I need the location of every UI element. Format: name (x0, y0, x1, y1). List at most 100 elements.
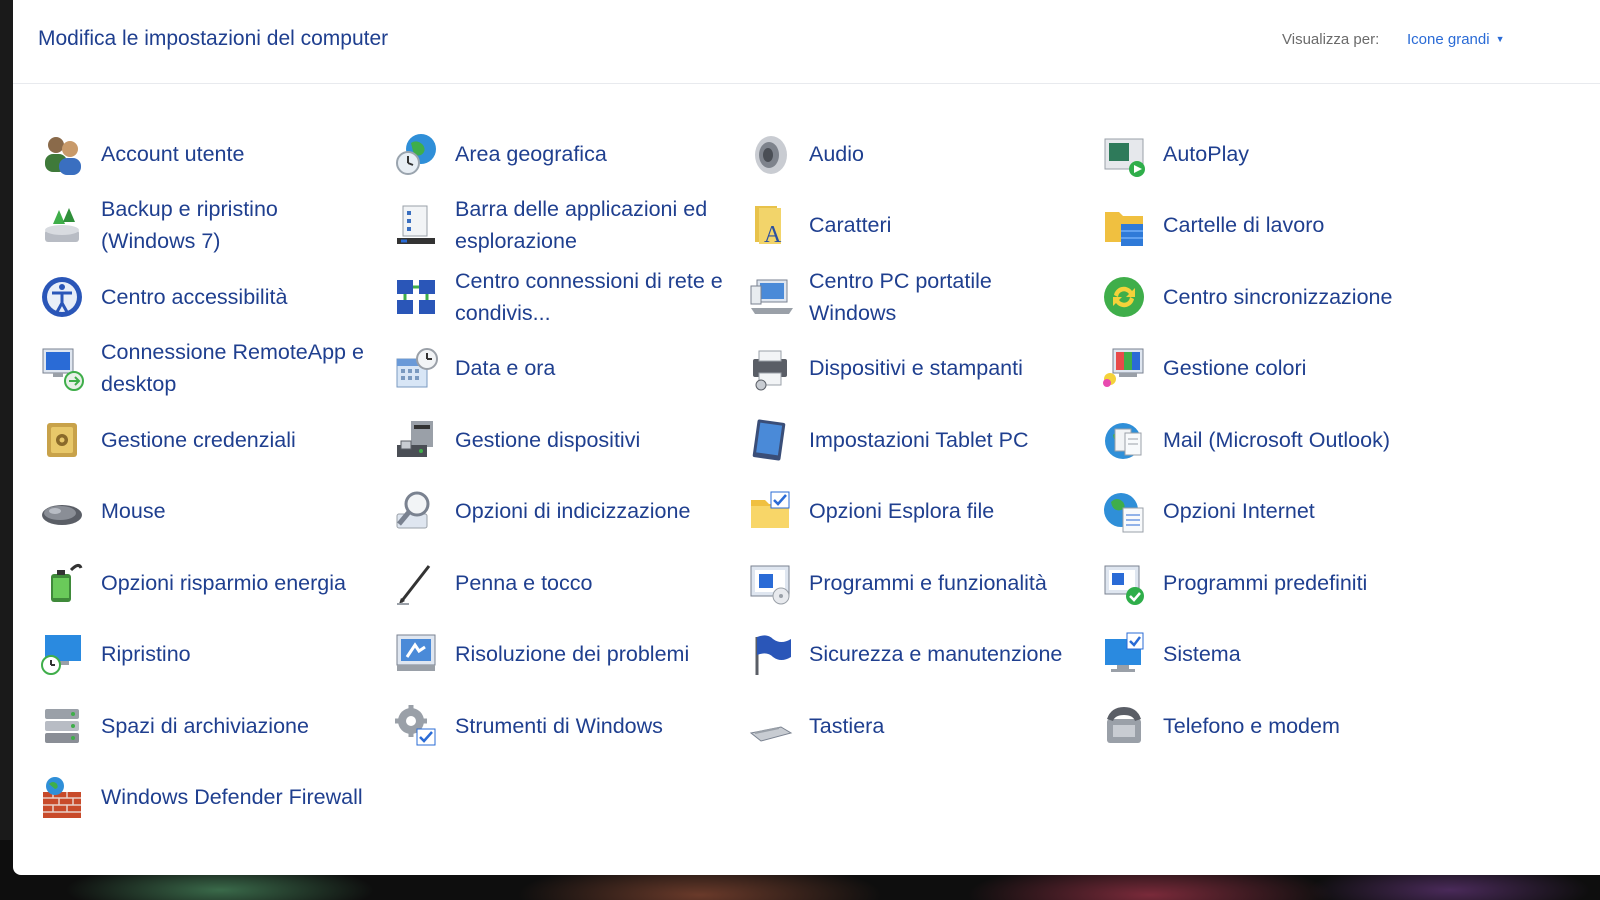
control-panel-item[interactable]: Sistema (1100, 619, 1454, 691)
accessibility-icon[interactable] (38, 273, 86, 321)
recovery-icon[interactable] (38, 630, 86, 678)
control-panel-item[interactable]: Telefono e modem (1100, 690, 1454, 762)
view-by-value[interactable]: Icone grandi (1407, 31, 1490, 48)
mail-icon[interactable] (1100, 416, 1148, 464)
control-panel-item[interactable]: Mail (Microsoft Outlook) (1100, 404, 1454, 476)
control-panel-item-label[interactable]: Cartelle di lavoro (1163, 209, 1324, 241)
firewall-icon[interactable] (38, 773, 86, 821)
mobility-center-icon[interactable] (746, 273, 794, 321)
backup-icon[interactable] (38, 201, 86, 249)
device-manager-icon[interactable] (392, 416, 440, 464)
control-panel-item-label[interactable]: Sicurezza e manutenzione (809, 638, 1062, 670)
control-panel-item[interactable]: Penna e tocco (392, 547, 746, 619)
control-panel-item-label[interactable]: Gestione dispositivi (455, 424, 640, 456)
windows-tools-icon[interactable] (392, 702, 440, 750)
control-panel-item-label[interactable]: Gestione colori (1163, 352, 1306, 384)
control-panel-item[interactable]: Connessione RemoteApp e desktop (38, 333, 392, 405)
remoteapp-icon[interactable] (38, 344, 86, 392)
control-panel-item-label[interactable]: Centro connessioni di rete e condivis... (455, 265, 730, 329)
folder-options-icon[interactable] (746, 487, 794, 535)
control-panel-item[interactable]: Backup e ripristino (Windows 7) (38, 190, 392, 262)
control-panel-item[interactable]: Spazi di archiviazione (38, 690, 392, 762)
control-panel-item[interactable]: Centro PC portatile Windows (746, 261, 1100, 333)
control-panel-item-label[interactable]: Opzioni Internet (1163, 495, 1315, 527)
control-panel-item-label[interactable]: Audio (809, 138, 864, 170)
control-panel-item-label[interactable]: Windows Defender Firewall (101, 781, 363, 813)
pen-icon[interactable] (392, 559, 440, 607)
control-panel-item[interactable]: Account utente (38, 118, 392, 190)
control-panel-item[interactable]: Windows Defender Firewall (38, 762, 392, 834)
credential-vault-icon[interactable] (38, 416, 86, 464)
control-panel-item[interactable]: Cartelle di lavoro (1100, 190, 1454, 262)
control-panel-item-label[interactable]: Area geografica (455, 138, 607, 170)
control-panel-item-label[interactable]: Spazi di archiviazione (101, 710, 309, 742)
indexing-icon[interactable] (392, 487, 440, 535)
storage-spaces-icon[interactable] (38, 702, 86, 750)
control-panel-item-label[interactable]: Account utente (101, 138, 244, 170)
control-panel-item[interactable]: Gestione credenziali (38, 404, 392, 476)
control-panel-item[interactable]: AutoPlay (1100, 118, 1454, 190)
control-panel-item-label[interactable]: Sistema (1163, 638, 1241, 670)
fonts-icon[interactable]: A (746, 201, 794, 249)
control-panel-item-label[interactable]: Opzioni Esplora file (809, 495, 994, 527)
control-panel-item[interactable]: Impostazioni Tablet PC (746, 404, 1100, 476)
control-panel-item-label[interactable]: Opzioni di indicizzazione (455, 495, 690, 527)
control-panel-item[interactable]: Opzioni di indicizzazione (392, 476, 746, 548)
security-flag-icon[interactable] (746, 630, 794, 678)
default-programs-icon[interactable] (1100, 559, 1148, 607)
control-panel-item[interactable]: Data e ora (392, 333, 746, 405)
work-folders-icon[interactable] (1100, 201, 1148, 249)
date-time-icon[interactable] (392, 344, 440, 392)
control-panel-item[interactable]: Dispositivi e stampanti (746, 333, 1100, 405)
control-panel-item-label[interactable]: Data e ora (455, 352, 555, 384)
user-accounts-icon[interactable] (38, 130, 86, 178)
control-panel-item[interactable]: Barra delle applicazioni ed esplorazione (392, 190, 746, 262)
control-panel-item-label[interactable]: Ripristino (101, 638, 191, 670)
control-panel-item-label[interactable]: AutoPlay (1163, 138, 1249, 170)
control-panel-item-label[interactable]: Centro PC portatile Windows (809, 265, 1084, 329)
control-panel-item-label[interactable]: Strumenti di Windows (455, 710, 663, 742)
control-panel-item-label[interactable]: Opzioni risparmio energia (101, 567, 346, 599)
control-panel-item[interactable]: Programmi e funzionalità (746, 547, 1100, 619)
autoplay-icon[interactable] (1100, 130, 1148, 178)
control-panel-item-label[interactable]: Tastiera (809, 710, 884, 742)
troubleshooting-icon[interactable] (392, 630, 440, 678)
control-panel-item-label[interactable]: Mouse (101, 495, 166, 527)
phone-modem-icon[interactable] (1100, 702, 1148, 750)
control-panel-item-label[interactable]: Centro accessibilità (101, 281, 287, 313)
control-panel-item-label[interactable]: Risoluzione dei problemi (455, 638, 689, 670)
control-panel-item-label[interactable]: Gestione credenziali (101, 424, 296, 456)
system-icon[interactable] (1100, 630, 1148, 678)
control-panel-item-label[interactable]: Connessione RemoteApp e desktop (101, 336, 376, 400)
power-icon[interactable] (38, 559, 86, 607)
control-panel-item[interactable]: Opzioni Internet (1100, 476, 1454, 548)
view-by-dropdown[interactable]: Icone grandi ▼ (1407, 31, 1504, 48)
control-panel-item[interactable]: Tastiera (746, 690, 1100, 762)
control-panel-item[interactable]: Area geografica (392, 118, 746, 190)
control-panel-item[interactable]: A Caratteri (746, 190, 1100, 262)
control-panel-item[interactable]: Opzioni risparmio energia (38, 547, 392, 619)
control-panel-item-label[interactable]: Caratteri (809, 209, 891, 241)
region-globe-icon[interactable] (392, 130, 440, 178)
control-panel-item[interactable]: Opzioni Esplora file (746, 476, 1100, 548)
keyboard-icon[interactable] (746, 702, 794, 750)
speaker-icon[interactable] (746, 130, 794, 178)
control-panel-item[interactable]: Risoluzione dei problemi (392, 619, 746, 691)
control-panel-item[interactable]: Audio (746, 118, 1100, 190)
control-panel-item[interactable]: Sicurezza e manutenzione (746, 619, 1100, 691)
control-panel-item-label[interactable]: Centro sincronizzazione (1163, 281, 1392, 313)
control-panel-item-label[interactable]: Telefono e modem (1163, 710, 1340, 742)
control-panel-item-label[interactable]: Programmi e funzionalità (809, 567, 1047, 599)
control-panel-item-label[interactable]: Backup e ripristino (Windows 7) (101, 193, 376, 257)
printer-icon[interactable] (746, 344, 794, 392)
internet-options-icon[interactable] (1100, 487, 1148, 535)
control-panel-item[interactable]: Centro sincronizzazione (1100, 261, 1454, 333)
control-panel-item-label[interactable]: Barra delle applicazioni ed esplorazione (455, 193, 730, 257)
control-panel-item-label[interactable]: Penna e tocco (455, 567, 592, 599)
control-panel-item[interactable]: Centro accessibilità (38, 261, 392, 333)
taskbar-icon[interactable] (392, 201, 440, 249)
control-panel-item[interactable]: Strumenti di Windows (392, 690, 746, 762)
network-icon[interactable] (392, 273, 440, 321)
color-management-icon[interactable] (1100, 344, 1148, 392)
programs-icon[interactable] (746, 559, 794, 607)
